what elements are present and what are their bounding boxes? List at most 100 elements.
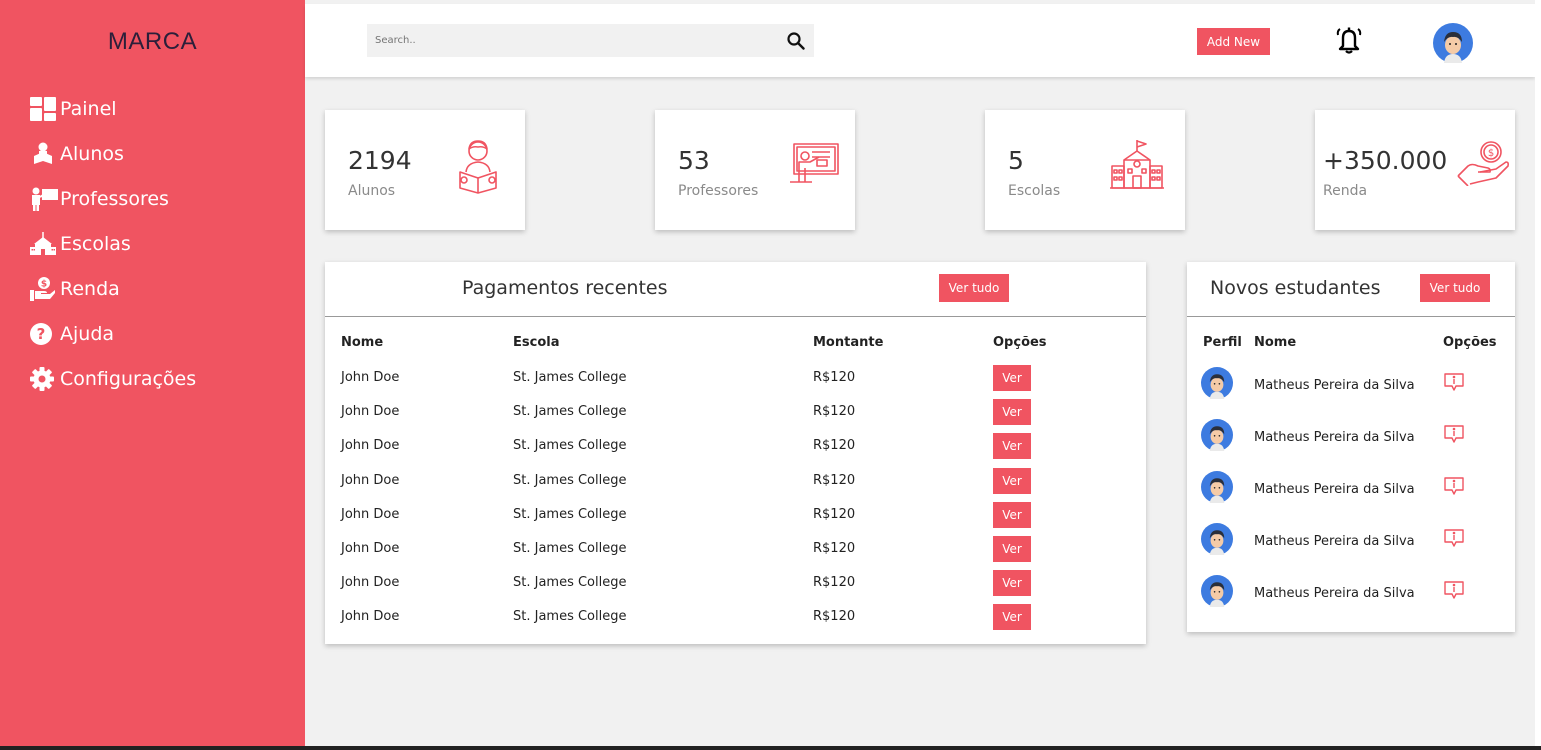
brand-logo[interactable]: MARCA: [0, 28, 305, 56]
student-name: Matheus Pereira da Silva: [1254, 586, 1415, 601]
sidebar-nav: Painel Alunos Professores Escolas $ Rend…: [30, 86, 196, 401]
new-students-panel: Novos estudantes Ver tudo Perfil Nome Op…: [1187, 262, 1515, 632]
payment-name: John Doe: [341, 507, 400, 522]
info-icon[interactable]: [1443, 476, 1465, 500]
sidebar-item-escolas[interactable]: Escolas: [30, 221, 196, 266]
sidebar-item-ajuda[interactable]: ? Ajuda: [30, 311, 196, 356]
stat-label: Renda: [1323, 183, 1368, 199]
student-avatar[interactable]: [1201, 575, 1233, 611]
column-header-nome: Nome: [1254, 335, 1297, 350]
view-all-students-button[interactable]: Ver tudo: [1420, 274, 1490, 302]
stat-value: 5: [1008, 146, 1024, 175]
payment-name: John Doe: [341, 404, 400, 419]
svg-text:$: $: [1488, 148, 1494, 159]
dashboard-icon: [30, 96, 60, 122]
payment-school: St. James College: [513, 575, 627, 590]
student-avatar[interactable]: [1201, 471, 1233, 507]
column-header-montante: Montante: [813, 335, 884, 350]
stat-label: Alunos: [348, 183, 396, 199]
stat-value: +350.000: [1323, 146, 1448, 175]
sidebar-item-label: Painel: [60, 97, 117, 120]
sidebar-item-painel[interactable]: Painel: [30, 86, 196, 131]
payment-amount: R$120: [813, 473, 856, 488]
info-icon[interactable]: [1443, 372, 1465, 396]
panel-title: Pagamentos recentes: [462, 277, 668, 299]
stat-value: 53: [678, 146, 710, 175]
view-payment-button[interactable]: Ver: [993, 433, 1031, 459]
info-icon[interactable]: [1443, 424, 1465, 448]
stat-card-renda[interactable]: +350.000 Renda $: [1315, 110, 1515, 230]
payment-name: John Doe: [341, 575, 400, 590]
column-header-nome: Nome: [341, 335, 384, 350]
info-icon[interactable]: [1443, 528, 1465, 552]
window-edge: [1535, 0, 1541, 746]
stat-card-alunos[interactable]: 2194 Alunos: [325, 110, 525, 230]
student-name: Matheus Pereira da Silva: [1254, 534, 1415, 549]
stat-card-professores[interactable]: 53 Professores: [655, 110, 855, 230]
teacher-board-icon: [790, 138, 842, 192]
add-new-button[interactable]: Add New: [1197, 28, 1270, 55]
payment-school: St. James College: [513, 438, 627, 453]
column-header-opcoes: Opções: [1443, 335, 1497, 350]
panel-title: Novos estudantes: [1210, 277, 1381, 299]
search-button[interactable]: [777, 24, 814, 57]
sidebar-item-label: Ajuda: [60, 322, 115, 345]
income-icon: $: [30, 276, 60, 302]
payment-amount: R$120: [813, 541, 856, 556]
school-icon: [30, 231, 60, 257]
sidebar-item-renda[interactable]: $ Renda: [30, 266, 196, 311]
recent-payments-panel: Pagamentos recentes Ver tudo Nome Escola…: [325, 262, 1146, 644]
search-input[interactable]: [367, 24, 777, 57]
stat-value: 2194: [348, 146, 412, 175]
sidebar-item-label: Renda: [60, 277, 120, 300]
search-icon: [786, 31, 805, 50]
student-name: Matheus Pereira da Silva: [1254, 430, 1415, 445]
info-icon[interactable]: [1443, 580, 1465, 604]
panel-header: Pagamentos recentes Ver tudo: [325, 262, 1146, 317]
view-payment-button[interactable]: Ver: [993, 536, 1031, 562]
user-avatar[interactable]: [1433, 23, 1473, 67]
payment-amount: R$120: [813, 507, 856, 522]
column-header-perfil: Perfil: [1203, 335, 1242, 350]
student-avatar[interactable]: [1201, 523, 1233, 559]
money-hand-icon: $: [1456, 140, 1510, 190]
payment-school: St. James College: [513, 507, 627, 522]
payment-school: St. James College: [513, 370, 627, 385]
view-payment-button[interactable]: Ver: [993, 365, 1031, 391]
student-reading-icon: [455, 138, 501, 198]
stat-card-escolas[interactable]: 5 Escolas: [985, 110, 1185, 230]
column-header-opcoes: Opções: [993, 335, 1047, 350]
payment-amount: R$120: [813, 370, 856, 385]
sidebar-item-label: Configurações: [60, 367, 197, 390]
payment-school: St. James College: [513, 473, 627, 488]
view-payment-button[interactable]: Ver: [993, 502, 1031, 528]
payment-school: St. James College: [513, 541, 627, 556]
help-icon: ?: [30, 321, 60, 347]
payment-amount: R$120: [813, 404, 856, 419]
student-name: Matheus Pereira da Silva: [1254, 378, 1415, 393]
stat-label: Professores: [678, 183, 759, 199]
notification-bell-icon[interactable]: [1335, 26, 1363, 60]
stat-label: Escolas: [1008, 183, 1061, 199]
sidebar-item-alunos[interactable]: Alunos: [30, 131, 196, 176]
search-bar: [367, 24, 814, 57]
svg-text:?: ?: [37, 325, 46, 343]
view-payment-button[interactable]: Ver: [993, 468, 1031, 494]
sidebar-item-label: Professores: [60, 187, 169, 210]
svg-text:$: $: [41, 279, 47, 289]
student-avatar[interactable]: [1201, 419, 1233, 455]
sidebar-item-professores[interactable]: Professores: [30, 176, 196, 221]
view-payment-button[interactable]: Ver: [993, 604, 1031, 630]
view-payment-button[interactable]: Ver: [993, 570, 1031, 596]
payment-name: John Doe: [341, 609, 400, 624]
top-bar: Add New: [305, 4, 1535, 77]
view-all-payments-button[interactable]: Ver tudo: [939, 274, 1009, 302]
sidebar: MARCA Painel Alunos Professores Escolas: [0, 0, 305, 746]
payment-name: John Doe: [341, 541, 400, 556]
student-icon: [30, 141, 60, 167]
view-payment-button[interactable]: Ver: [993, 399, 1031, 425]
payment-school: St. James College: [513, 404, 627, 419]
payment-school: St. James College: [513, 609, 627, 624]
student-avatar[interactable]: [1201, 367, 1233, 403]
sidebar-item-configuracoes[interactable]: Configurações: [30, 356, 196, 401]
